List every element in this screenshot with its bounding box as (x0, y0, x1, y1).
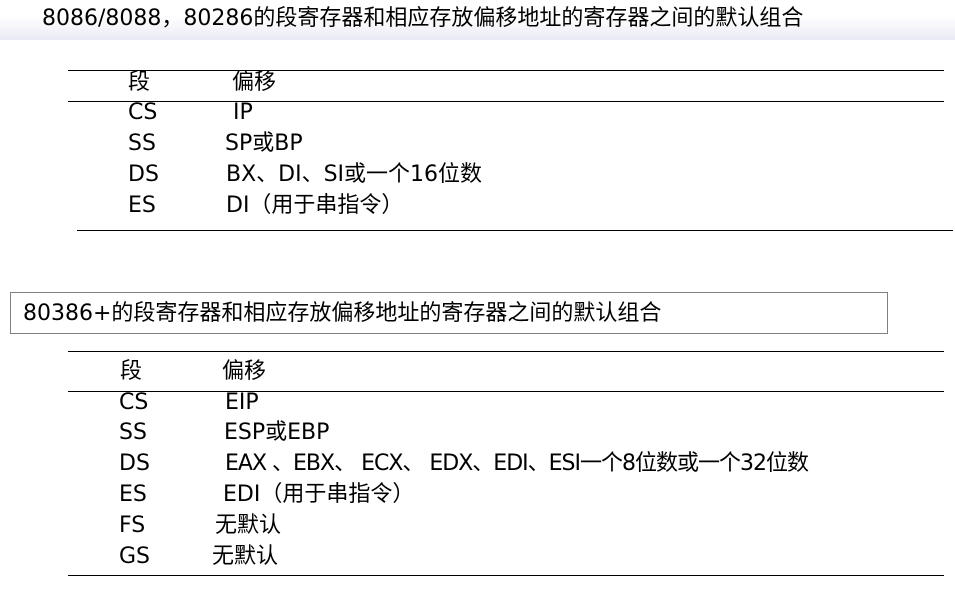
table1-row-offset: SP或BP (225, 131, 303, 156)
table2-row-offset: ESP或EBP (224, 420, 330, 445)
table2-row-segment: FS (119, 513, 146, 538)
table2-row-segment: CS (119, 390, 149, 415)
table1-bottom-rule (77, 230, 953, 231)
table1-header-offset: 偏移 (232, 70, 277, 95)
table2-row-offset: 无默认 (212, 544, 279, 569)
table2-top-rule (68, 351, 944, 352)
title-8086-table: 8086/8088，80286的段寄存器和相应存放偏移地址的寄存器之间的默认组合 (42, 6, 804, 31)
table2-row-segment: GS (119, 544, 151, 569)
table2-row-offset: EDI（用于串指令） (223, 482, 415, 507)
table2-header-offset: 偏移 (222, 359, 267, 384)
table1-header-rule (68, 101, 944, 102)
table2-header-rule (68, 391, 944, 392)
table1-row-offset: DI（用于串指令） (226, 193, 404, 218)
title-80386-box: 80386+的段寄存器和相应存放偏移地址的寄存器之间的默认组合 (10, 292, 888, 334)
table1-row-segment: CS (128, 100, 158, 125)
table2-row-segment: ES (119, 482, 147, 507)
title-80386-table: 80386+的段寄存器和相应存放偏移地址的寄存器之间的默认组合 (23, 301, 662, 326)
table2-row-offset: 无默认 (215, 513, 282, 538)
table1-row-segment: DS (128, 162, 159, 187)
table2-row-offset: EIP (225, 390, 259, 415)
table2-row-segment: SS (119, 420, 147, 445)
table1-row-segment: ES (128, 193, 156, 218)
table1-top-rule (68, 70, 944, 71)
table1-row-segment: SS (128, 131, 156, 156)
table2-bottom-rule (68, 575, 944, 576)
table2-row-offset: EAX 、EBX、 ECX、 EDX、EDI、ESI一个8位数或一个32位数 (225, 451, 809, 476)
table1-row-offset: BX、DI、SI或一个16位数 (226, 162, 483, 187)
table2-header-segment: 段 (120, 359, 143, 384)
table2-row-segment: DS (119, 451, 150, 476)
table1-header-segment: 段 (128, 70, 151, 95)
table1-row-offset: IP (233, 100, 253, 125)
